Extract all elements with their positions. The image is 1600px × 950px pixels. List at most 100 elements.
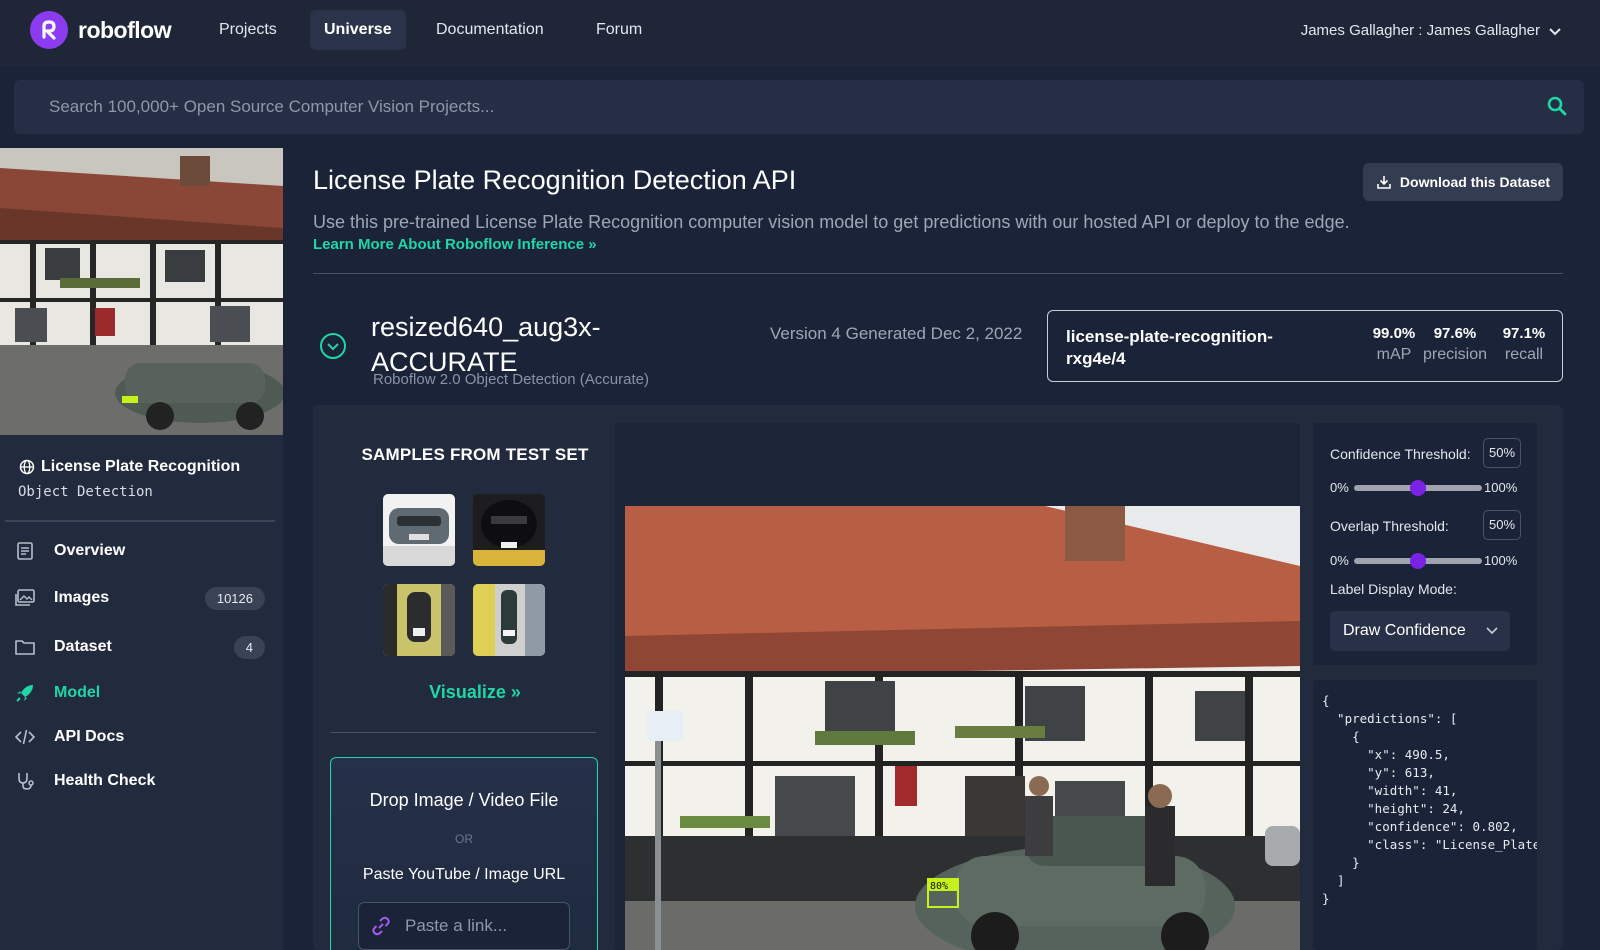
- folder-icon: [13, 635, 37, 659]
- page-title: License Plate Recognition Detection API: [313, 165, 797, 195]
- file-drop-zone[interactable]: Drop Image / Video File OR Paste YouTube…: [330, 757, 598, 950]
- chevron-down-icon: [1549, 27, 1561, 35]
- sample-thumbnail[interactable]: [473, 584, 545, 656]
- project-title-text: License Plate Recognition: [41, 458, 241, 475]
- drop-zone-or: OR: [455, 832, 473, 846]
- version-name: resized640_aug3x-ACCURATE: [371, 312, 601, 377]
- detection-label: 80%: [930, 881, 948, 892]
- download-dataset-button[interactable]: Download this Dataset: [1363, 163, 1563, 201]
- project-thumbnail: [0, 148, 283, 435]
- project-type: Object Detection: [18, 484, 153, 500]
- metric-label: precision: [1422, 346, 1488, 363]
- document-icon: [13, 539, 37, 563]
- json-output: { "predictions": [ { "x": 490.5, "y": 61…: [1322, 693, 1537, 906]
- sidebar-divider: [5, 520, 275, 522]
- metric-label: mAP: [1376, 346, 1412, 363]
- overlap-label: Overlap Threshold:: [1330, 518, 1449, 534]
- drop-zone-title: Drop Image / Video File: [369, 790, 559, 810]
- slider-min-label: 0%: [1330, 480, 1349, 495]
- sample-thumbnail[interactable]: [383, 494, 455, 566]
- metric-precision: 97.6% precision: [1420, 325, 1490, 364]
- samples-title: SAMPLES FROM TEST SET: [361, 445, 589, 464]
- globe-icon: [19, 459, 35, 475]
- prediction-preview: 80%: [615, 423, 1300, 950]
- sidebar: License Plate Recognition Object Detecti…: [0, 148, 283, 950]
- inference-controls: Confidence Threshold: 50% 0% 100% Overla…: [1313, 423, 1537, 665]
- search-bar: [14, 80, 1584, 134]
- sample-thumbnail[interactable]: [383, 584, 455, 656]
- sidebar-item-label: Images: [54, 589, 110, 606]
- label-mode-value: Draw Confidence: [1343, 622, 1466, 639]
- model-summary-box: license-plate-recognition-rxg4e/4 99.0% …: [1047, 310, 1563, 382]
- metric-value: 97.6%: [1433, 325, 1477, 342]
- confidence-label: Confidence Threshold:: [1330, 446, 1471, 462]
- overlap-slider-row: 0% 100%: [1330, 551, 1530, 571]
- sidebar-item-label: Overview: [54, 542, 126, 559]
- version-collapse-toggle[interactable]: [319, 332, 347, 365]
- overlap-slider-handle[interactable]: [1410, 553, 1426, 569]
- confidence-value-input[interactable]: 50%: [1483, 438, 1521, 468]
- slider-max-label: 100%: [1484, 480, 1518, 495]
- page-description: Use this pre-trained License Plate Recog…: [313, 212, 1350, 232]
- images-count-badge: 10126: [204, 586, 265, 610]
- slider-max-label: 100%: [1484, 553, 1518, 568]
- header-divider: [313, 273, 1563, 274]
- user-menu[interactable]: James Gallagher : James Gallagher: [1301, 22, 1562, 39]
- nav-forum[interactable]: Forum: [582, 10, 656, 50]
- sidebar-item-overview[interactable]: Overview: [13, 533, 265, 569]
- rocket-icon: [13, 681, 37, 705]
- label-mode-select[interactable]: Draw Confidence: [1330, 611, 1510, 651]
- metric-map: 99.0% mAP: [1364, 325, 1424, 364]
- sidebar-item-images[interactable]: Images 10126: [13, 580, 265, 616]
- sidebar-item-api-docs[interactable]: API Docs: [13, 719, 265, 755]
- code-icon: [13, 725, 37, 749]
- learn-more-link[interactable]: Learn More About Roboflow Inference »: [313, 236, 597, 253]
- overlap-value-input[interactable]: 50%: [1483, 510, 1521, 540]
- model-id: license-plate-recognition-rxg4e/4: [1066, 327, 1273, 368]
- dataset-count-badge: 4: [233, 635, 265, 659]
- stethoscope-icon: [13, 769, 37, 793]
- images-icon: [13, 586, 37, 610]
- inference-panel: SAMPLES FROM TEST SET Visualize » Drop I…: [313, 405, 1563, 950]
- metric-label: recall: [1504, 346, 1544, 363]
- sample-thumbnail[interactable]: [473, 494, 545, 566]
- search-input[interactable]: [14, 80, 1514, 134]
- download-label: Download this Dataset: [1399, 174, 1551, 190]
- link-icon: [372, 916, 390, 936]
- roboflow-logo[interactable]: roboflow: [30, 11, 172, 49]
- prediction-image: 80%: [625, 506, 1300, 950]
- download-icon: [1377, 176, 1391, 189]
- nav-documentation[interactable]: Documentation: [422, 10, 558, 50]
- confidence-slider[interactable]: [1354, 480, 1482, 496]
- sidebar-item-model[interactable]: Model: [13, 675, 265, 711]
- top-navbar: roboflow Projects Universe Documentation…: [0, 0, 1600, 66]
- overlap-slider[interactable]: [1354, 553, 1482, 569]
- project-title[interactable]: License Plate Recognition: [19, 458, 240, 476]
- version-meta: Version 4 Generated Dec 2, 2022: [770, 324, 1023, 343]
- sidebar-item-label: API Docs: [54, 728, 125, 745]
- sidebar-item-health-check[interactable]: Health Check: [13, 763, 265, 799]
- chevron-down-icon: [1486, 627, 1498, 635]
- chevron-circle-icon: [320, 333, 346, 359]
- roboflow-logo-icon: [30, 11, 68, 49]
- label-mode-label: Label Display Mode:: [1330, 581, 1457, 597]
- version-subtitle: Roboflow 2.0 Object Detection (Accurate): [373, 371, 649, 388]
- metric-recall: 97.1% recall: [1496, 325, 1552, 364]
- slider-min-label: 0%: [1330, 553, 1349, 568]
- visualize-link[interactable]: Visualize »: [347, 682, 603, 703]
- paste-url-label: Paste YouTube / Image URL: [362, 866, 566, 883]
- panel-divider: [330, 732, 596, 733]
- sidebar-item-label: Model: [54, 684, 101, 701]
- search-icon[interactable]: [1546, 95, 1568, 117]
- confidence-slider-row: 0% 100%: [1330, 478, 1530, 498]
- brand-name: roboflow: [78, 16, 172, 43]
- metric-value: 99.0%: [1372, 325, 1416, 342]
- nav-projects[interactable]: Projects: [205, 10, 291, 50]
- nav-universe[interactable]: Universe: [310, 10, 406, 50]
- sidebar-item-label: Health Check: [54, 772, 156, 789]
- paste-link-input[interactable]: [405, 903, 565, 949]
- sidebar-item-dataset[interactable]: Dataset 4: [13, 629, 265, 665]
- user-name: James Gallagher : James Gallagher: [1300, 22, 1540, 39]
- sidebar-item-label: Dataset: [54, 638, 112, 655]
- confidence-slider-handle[interactable]: [1410, 480, 1426, 496]
